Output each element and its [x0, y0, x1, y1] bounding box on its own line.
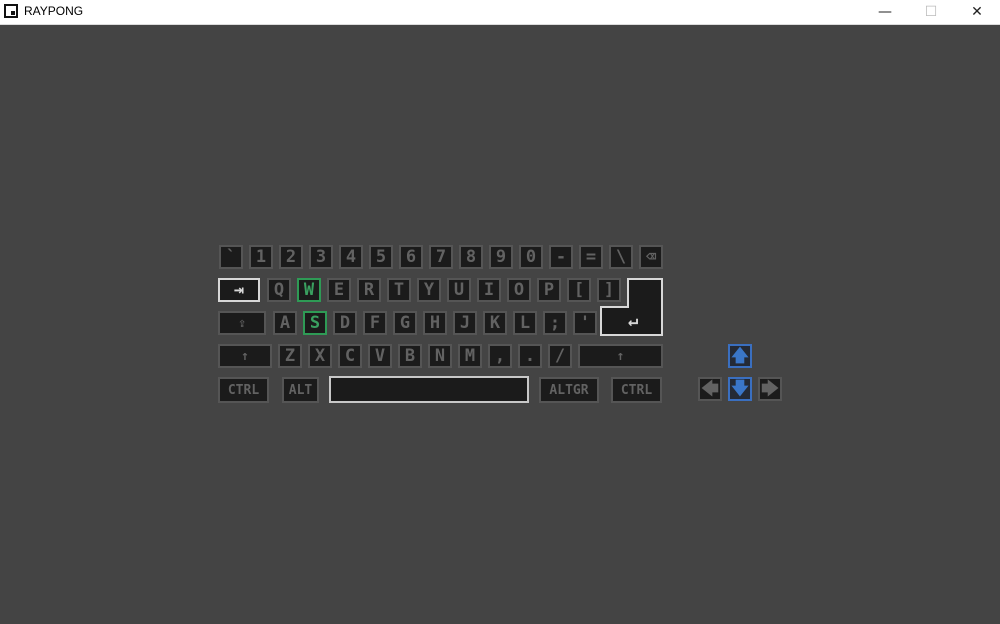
key-period: .	[518, 344, 542, 368]
key-w: W	[297, 278, 321, 302]
key-h: H	[423, 311, 447, 335]
title-bar: RAYPONG — ☐ ✕	[0, 0, 1000, 25]
app-icon	[4, 4, 18, 18]
key-j: J	[453, 311, 477, 335]
key-t: T	[387, 278, 411, 302]
key-semicolon: ;	[543, 311, 567, 335]
key-q: Q	[267, 278, 291, 302]
key-tab: ⇥	[218, 278, 260, 302]
key-s: S	[303, 311, 327, 335]
key-capslock: ⇪	[218, 311, 266, 335]
key-r: R	[357, 278, 381, 302]
key-6: 6	[399, 245, 423, 269]
key-shift-left: ↑	[218, 344, 272, 368]
key-backspace: ⌫	[639, 245, 663, 269]
key-backslash: \	[609, 245, 633, 269]
key-lbracket: [	[567, 278, 591, 302]
key-arrow-left: 🡄	[698, 377, 722, 401]
maximize-button[interactable]: ☐	[908, 0, 954, 24]
key-v: V	[368, 344, 392, 368]
key-k: K	[483, 311, 507, 335]
key-4: 4	[339, 245, 363, 269]
key-e: E	[327, 278, 351, 302]
key-3: 3	[309, 245, 333, 269]
key-b: B	[398, 344, 422, 368]
key-altgr: ALTGR	[539, 377, 599, 403]
key-5: 5	[369, 245, 393, 269]
key-x: X	[308, 344, 332, 368]
key-arrow-up: 🡅	[728, 344, 752, 368]
key-quote: '	[573, 311, 597, 335]
key-enter-label: ↵	[628, 311, 639, 331]
key-a: A	[273, 311, 297, 335]
key-z: Z	[278, 344, 302, 368]
key-ctrl-right: CTRL	[611, 377, 662, 403]
key-f: F	[363, 311, 387, 335]
key-7: 7	[429, 245, 453, 269]
key-ctrl-left: CTRL	[218, 377, 269, 403]
key-l: L	[513, 311, 537, 335]
key-minus: -	[549, 245, 573, 269]
close-button[interactable]: ✕	[954, 0, 1000, 24]
key-g: G	[393, 311, 417, 335]
key-y: Y	[417, 278, 441, 302]
key-i: I	[477, 278, 501, 302]
key-m: M	[458, 344, 482, 368]
key-shift-right: ↑	[578, 344, 663, 368]
key-equals: =	[579, 245, 603, 269]
key-u: U	[447, 278, 471, 302]
key-9: 9	[489, 245, 513, 269]
key-2: 2	[279, 245, 303, 269]
key-arrow-right: 🡆	[758, 377, 782, 401]
key-0: 0	[519, 245, 543, 269]
key-o: O	[507, 278, 531, 302]
key-arrow-down: 🡇	[728, 377, 752, 401]
key-d: D	[333, 311, 357, 335]
key-backtick: `	[219, 245, 243, 269]
key-n: N	[428, 344, 452, 368]
minimize-button[interactable]: —	[862, 0, 908, 24]
key-space	[329, 376, 529, 403]
key-comma: ,	[488, 344, 512, 368]
key-c: C	[338, 344, 362, 368]
key-slash: /	[548, 344, 572, 368]
game-canvas: ` 1 2 3 4 5 6 7 8 9 0- = \ ⌫ ⇥ Q W E R T Y U I O P[] ↵ ⇪ A S D F G H J K L;…	[0, 25, 1000, 624]
key-alt: ALT	[282, 377, 319, 403]
key-rbracket: ]	[597, 278, 621, 302]
window-title: RAYPONG	[24, 4, 84, 18]
key-8: 8	[459, 245, 483, 269]
key-1: 1	[249, 245, 273, 269]
key-p: P	[537, 278, 561, 302]
